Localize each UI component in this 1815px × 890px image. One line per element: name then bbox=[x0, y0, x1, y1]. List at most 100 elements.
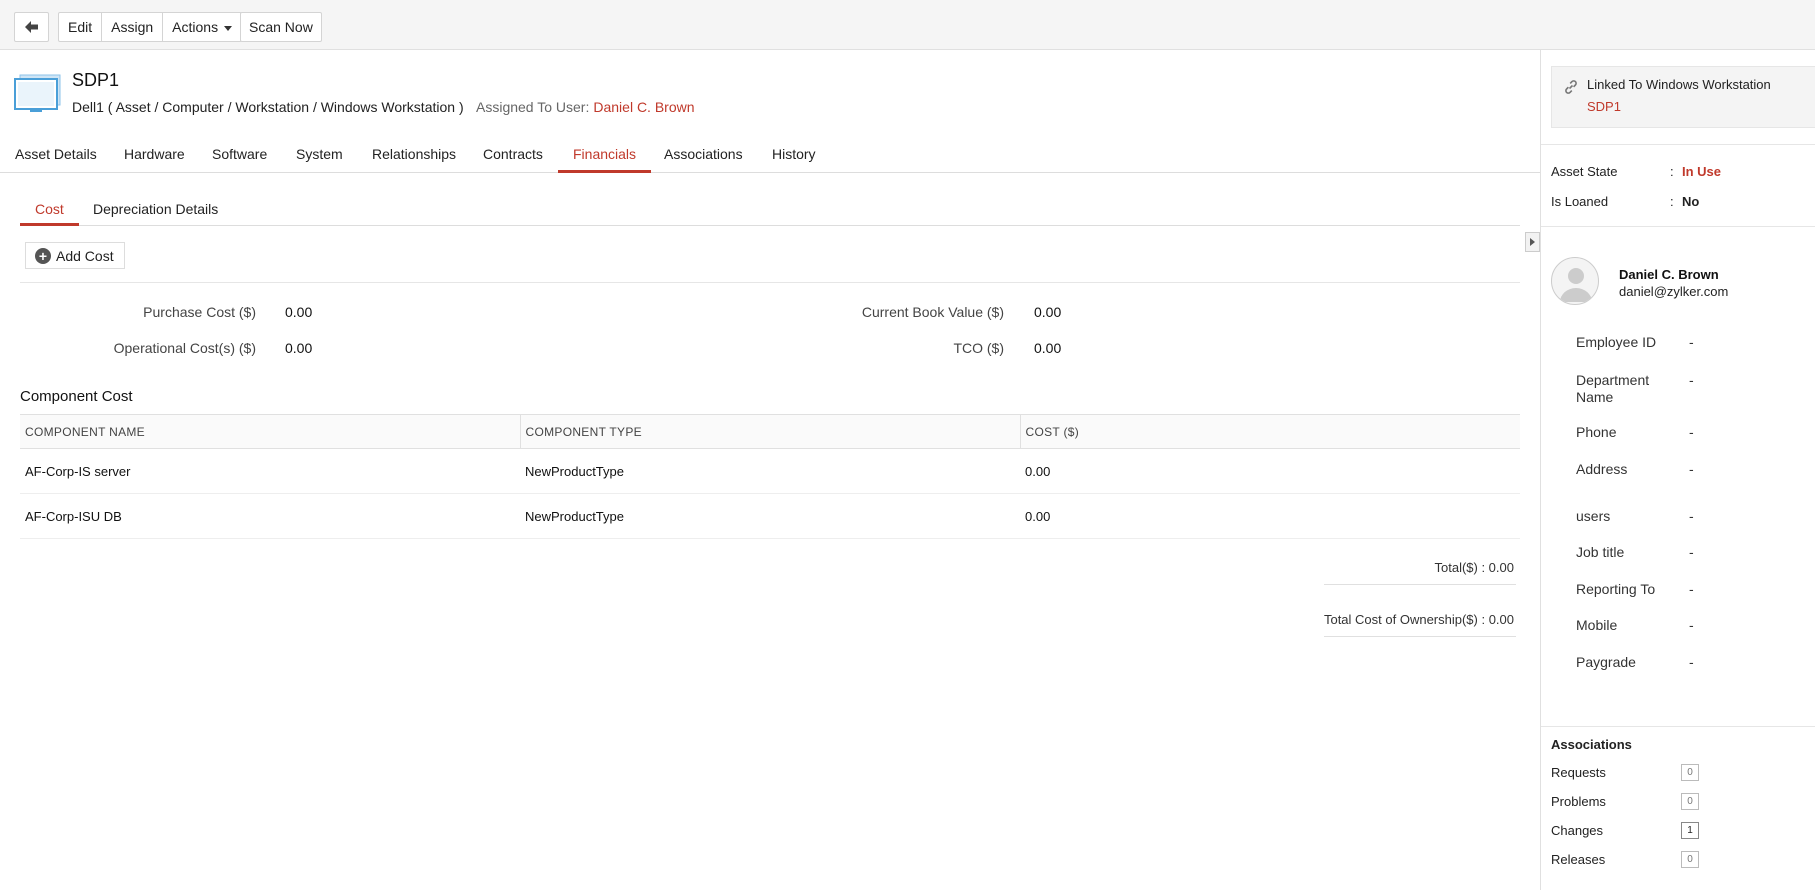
changes-association-link[interactable]: Changes bbox=[1551, 823, 1603, 838]
total-cost: Total($) : 0.00 bbox=[1434, 560, 1515, 575]
is-loaned-label: Is Loaned bbox=[1551, 194, 1609, 209]
asset-state-label: Asset State bbox=[1551, 164, 1618, 179]
tab-bar: Asset Details Hardware Software System R… bbox=[0, 140, 1540, 173]
address-value: - bbox=[1689, 461, 1694, 477]
tco-value: 0.00 bbox=[1034, 340, 1062, 356]
tco-label: TCO ($) bbox=[953, 340, 1004, 356]
paygrade-value: - bbox=[1689, 654, 1694, 670]
mobile-label: Mobile bbox=[1576, 617, 1618, 633]
subtab-depreciation-details[interactable]: Depreciation Details bbox=[78, 196, 233, 226]
tab-history[interactable]: History bbox=[757, 140, 831, 173]
subtab-bar: Cost Depreciation Details bbox=[20, 196, 1520, 226]
tab-contracts[interactable]: Contracts bbox=[468, 140, 558, 173]
book-value-label: Current Book Value ($) bbox=[861, 304, 1004, 320]
subtab-cost[interactable]: Cost bbox=[20, 196, 79, 226]
table-row[interactable]: AF-Corp-ISU DB NewProductType 0.00 bbox=[20, 493, 1520, 539]
linked-asset-link[interactable]: SDP1 bbox=[1587, 99, 1621, 114]
toolbar: Edit Assign Actions Scan Now bbox=[0, 0, 1815, 50]
divider bbox=[20, 282, 1520, 283]
actions-label: Actions bbox=[172, 19, 219, 35]
reporting-to-label: Reporting To bbox=[1576, 581, 1656, 597]
releases-count-badge: 0 bbox=[1681, 851, 1699, 868]
link-icon bbox=[1565, 80, 1577, 94]
user-email: daniel@zylker.com bbox=[1619, 284, 1729, 299]
requests-association-link[interactable]: Requests bbox=[1551, 765, 1606, 780]
operational-cost-label: Operational Cost(s) ($) bbox=[113, 340, 256, 356]
actions-dropdown[interactable]: Actions bbox=[163, 13, 241, 41]
changes-count-badge: 1 bbox=[1681, 822, 1699, 839]
component-name-cell: AF-Corp-ISU DB bbox=[20, 493, 520, 539]
assigned-label: Assigned To User: bbox=[476, 99, 590, 115]
user-silhouette-icon bbox=[1560, 268, 1592, 302]
job-title-label: Job title bbox=[1576, 544, 1625, 560]
divider bbox=[1541, 226, 1815, 227]
releases-association-link[interactable]: Releases bbox=[1551, 852, 1605, 867]
colon: : bbox=[1670, 164, 1674, 179]
tab-system[interactable]: System bbox=[281, 140, 358, 173]
edit-button[interactable]: Edit bbox=[59, 13, 103, 41]
is-loaned-value: No bbox=[1682, 194, 1700, 209]
users-label: users bbox=[1576, 508, 1611, 524]
user-name: Daniel C. Brown bbox=[1619, 267, 1719, 282]
address-label: Address bbox=[1576, 461, 1628, 477]
purchase-cost-value: 0.00 bbox=[285, 304, 313, 320]
column-header-cost[interactable]: COST ($) bbox=[1019, 414, 1520, 449]
users-value: - bbox=[1689, 508, 1694, 524]
reporting-to-value: - bbox=[1689, 581, 1694, 597]
tab-financials[interactable]: Financials bbox=[558, 140, 652, 173]
divider bbox=[1324, 584, 1516, 585]
mobile-value: - bbox=[1689, 617, 1694, 633]
column-header-component-type[interactable]: COMPONENT TYPE bbox=[519, 414, 1020, 449]
assigned-user-link[interactable]: Daniel C. Brown bbox=[593, 99, 694, 115]
main-content: SDP1 Dell1 ( Asset / Computer / Workstat… bbox=[0, 50, 1540, 890]
asset-name: SDP1 bbox=[72, 70, 120, 90]
component-cost-cell: 0.00 bbox=[1020, 448, 1520, 494]
book-value-value: 0.00 bbox=[1034, 304, 1062, 320]
problems-association-link[interactable]: Problems bbox=[1551, 794, 1606, 809]
chevron-right-icon bbox=[1530, 238, 1535, 246]
employee-id-value: - bbox=[1689, 334, 1694, 350]
scan-now-button[interactable]: Scan Now bbox=[240, 12, 322, 42]
add-cost-button[interactable]: + Add Cost bbox=[25, 242, 125, 269]
phone-label: Phone bbox=[1576, 424, 1617, 440]
plus-circle-icon: + bbox=[35, 247, 51, 264]
asset-state-value: In Use bbox=[1682, 164, 1722, 179]
employee-id-label: Employee ID bbox=[1576, 334, 1657, 350]
component-cost-table: COMPONENT NAME COMPONENT TYPE COST ($) A… bbox=[20, 414, 1520, 539]
phone-value: - bbox=[1689, 424, 1694, 440]
component-cost-cell: 0.00 bbox=[1020, 493, 1520, 539]
table-row[interactable]: AF-Corp-IS server NewProductType 0.00 bbox=[20, 448, 1520, 494]
tab-software[interactable]: Software bbox=[197, 140, 282, 173]
divider bbox=[1324, 636, 1516, 637]
problems-count-badge: 0 bbox=[1681, 793, 1699, 810]
workstation-icon bbox=[14, 74, 61, 112]
arrow-left-icon bbox=[24, 21, 38, 33]
avatar bbox=[1551, 257, 1599, 305]
component-type-cell: NewProductType bbox=[520, 493, 1020, 539]
colon: : bbox=[1670, 194, 1674, 209]
chevron-down-icon bbox=[224, 25, 233, 31]
component-cost-title: Component Cost bbox=[20, 388, 133, 405]
associations-title: Associations bbox=[1551, 737, 1632, 752]
back-button[interactable] bbox=[14, 12, 49, 42]
column-header-component-name[interactable]: COMPONENT NAME bbox=[20, 414, 520, 449]
requests-count-badge: 0 bbox=[1681, 764, 1699, 781]
assign-button[interactable]: Assign bbox=[102, 13, 164, 41]
tab-relationships[interactable]: Relationships bbox=[357, 140, 471, 173]
total-cost-of-ownership: Total Cost of Ownership($) : 0.00 bbox=[1323, 612, 1514, 627]
action-button-group: Edit Assign Actions bbox=[58, 12, 243, 42]
tab-hardware[interactable]: Hardware bbox=[109, 140, 200, 173]
operational-cost-value: 0.00 bbox=[285, 340, 313, 356]
tab-associations[interactable]: Associations bbox=[649, 140, 758, 173]
asset-path: Dell1 ( Asset / Computer / Workstation /… bbox=[72, 99, 464, 115]
tab-asset-details[interactable]: Asset Details bbox=[0, 140, 112, 173]
divider bbox=[1541, 144, 1815, 145]
panel-toggle-handle[interactable] bbox=[1525, 232, 1540, 252]
department-name-value: - bbox=[1689, 372, 1694, 388]
assigned-to: Assigned To User: Daniel C. Brown bbox=[476, 99, 695, 115]
component-type-cell: NewProductType bbox=[520, 448, 1020, 494]
component-name-cell: AF-Corp-IS server bbox=[20, 448, 520, 494]
paygrade-label: Paygrade bbox=[1576, 654, 1636, 670]
job-title-value: - bbox=[1689, 544, 1694, 560]
divider bbox=[1541, 726, 1815, 727]
